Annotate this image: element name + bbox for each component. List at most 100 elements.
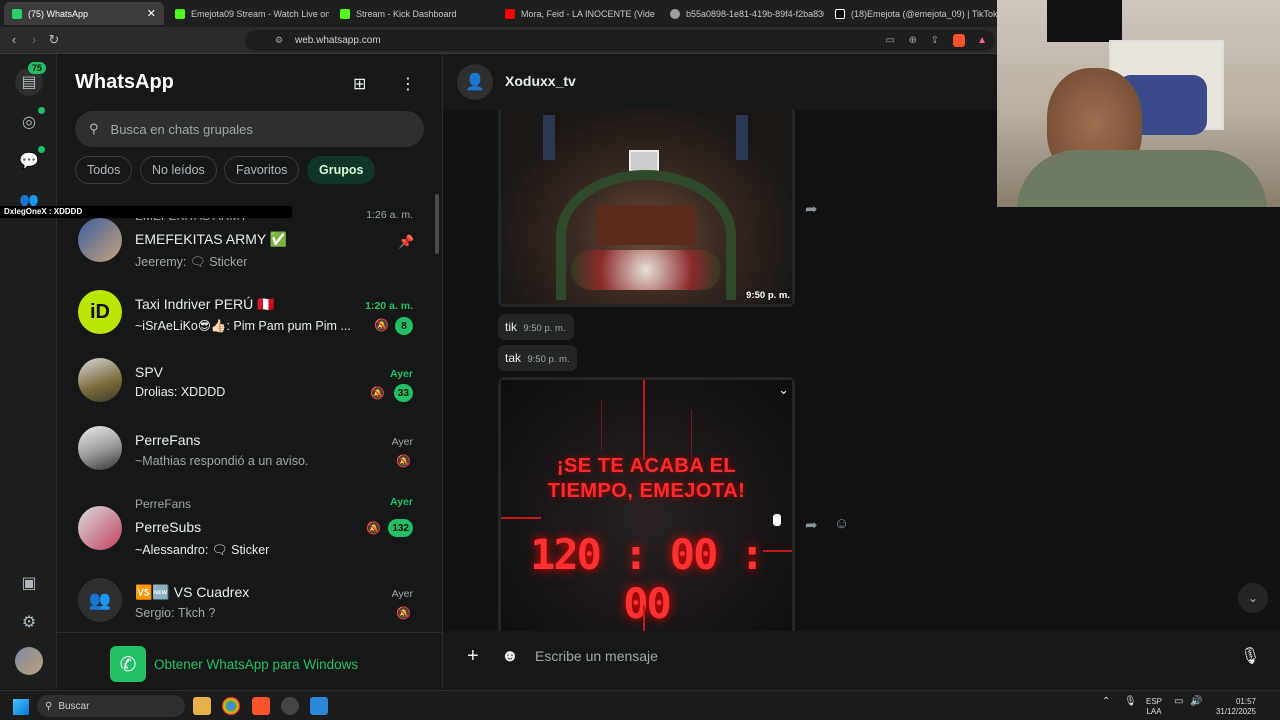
forward-icon[interactable]: ➦ [805, 200, 818, 218]
search-placeholder: Busca en chats grupales [110, 121, 253, 137]
tray-mic-icon[interactable]: 🎙 [1124, 697, 1137, 707]
muted-icon: 🔕 [370, 386, 385, 400]
react-emoji-icon[interactable]: ☺ [834, 515, 849, 532]
volume-icon[interactable]: 🔊 [1190, 697, 1202, 707]
cursor-hand-icon [773, 514, 781, 526]
chat-avatar [78, 506, 122, 550]
chat-row-taxi-indriver[interactable]: iD Taxi Indriver PERÚ 🇵🇪 1:20 a. m. ~iSr… [57, 280, 443, 346]
zoom-icon[interactable]: ⊕ [909, 30, 917, 51]
whatsapp-logo-icon: ✆ [110, 646, 146, 682]
funeral-image[interactable] [501, 110, 792, 304]
tab-youtube[interactable]: Mora, Feid - LA INOCENTE (Vide [497, 2, 659, 25]
share-icon[interactable]: ⇪ [931, 30, 939, 51]
image-message[interactable]: ¡SE TE ACABA EL TIEMPO, EMEJOTA! 120 : 0… [498, 377, 795, 632]
tab-kick-stream[interactable]: Emejota09 Stream - Watch Live on K [167, 2, 329, 25]
chat-row-perrefans[interactable]: PerreFans Ayer ~Mathias respondió a un a… [57, 416, 443, 482]
media-icon[interactable]: ▣ [15, 569, 43, 597]
coffin-shape [596, 205, 696, 245]
chat-preview: ~iSrAeLiKo😎👍🏻: Pim Pam pum Pim ... [135, 319, 351, 333]
tiktok-favicon-icon [835, 8, 845, 19]
muted-icon: 🔕 [396, 454, 411, 468]
chat-avatar [78, 218, 122, 262]
chat-row-perresubs[interactable]: PerreFans Ayer PerreSubs ~Alessandro: 🗨 … [57, 494, 443, 560]
forward-icon[interactable]: › [26, 32, 42, 47]
chat-time: 1:20 a. m. [365, 300, 413, 312]
scroll-down-button[interactable]: ⌄ [1238, 583, 1268, 613]
streamer-shirt [1017, 150, 1267, 207]
forward-icon[interactable]: ➦ [805, 516, 818, 534]
microphone-icon[interactable]: 🎙 [1240, 646, 1260, 666]
language-indicator[interactable]: ESP LAA [1146, 697, 1162, 717]
url-field[interactable]: ⚙ web.whatsapp.com ▭ ⊕ ⇪ ▲ [245, 30, 995, 51]
countdown-timer: 120 : 00 : 00 [530, 530, 765, 628]
chat-list-scrollbar[interactable] [435, 194, 439, 254]
get-windows-app-link[interactable]: ✆ Obtener WhatsApp para Windows [110, 646, 358, 682]
get-windows-label: Obtener WhatsApp para Windows [154, 656, 359, 672]
attach-plus-icon[interactable]: + [467, 645, 479, 668]
kick-favicon-icon [340, 8, 350, 19]
clock[interactable]: 01:57 31/12/2025 [1210, 697, 1256, 717]
image-message[interactable]: 9:50 p. m. [498, 110, 795, 307]
window-shape [543, 115, 555, 160]
close-tab-icon[interactable]: ✕ [147, 7, 156, 20]
chat-name: 🆚🆕 VS Cuadrex [135, 584, 250, 600]
menu-icon[interactable]: ⋮ [400, 74, 416, 94]
cast-icon[interactable]: ▭ [886, 30, 895, 51]
reload-icon[interactable]: ↻ [46, 32, 62, 48]
brave-shield-icon[interactable] [953, 34, 965, 47]
chat-avatar [78, 426, 122, 470]
obs-icon[interactable] [281, 697, 299, 715]
settings-icon[interactable]: ⚙ [15, 608, 43, 636]
tab-tiktok[interactable]: (18)Emejota (@emejota_09) | TikTok [827, 2, 997, 25]
stream-chat-tag: DxlegOneX : XDDDD [0, 206, 292, 218]
brave-icon[interactable] [252, 697, 270, 715]
chat-time: 1:26 a. m. [366, 209, 413, 221]
filter-favoritos[interactable]: Favoritos [224, 156, 300, 184]
text-message[interactable]: tik 9:50 p. m. [498, 314, 574, 340]
address-bar-row: ‹ › ↻ ⚐ ⚙ web.whatsapp.com ▭ ⊕ ⇪ ▲ [0, 27, 998, 54]
tab-whatsapp[interactable]: (75) WhatsApp ✕ [4, 2, 164, 25]
sticker-icon[interactable]: ☻ [501, 646, 519, 666]
new-chat-icon[interactable]: ⊞ [353, 74, 366, 94]
text-message[interactable]: tak 9:50 p. m. [498, 345, 577, 371]
tab-label: Stream - Kick Dashboard [356, 8, 457, 19]
unread-count: 132 [388, 519, 413, 537]
tray-chevron-icon[interactable]: ⌃ [1102, 697, 1110, 707]
chrome-icon[interactable] [222, 697, 240, 715]
search-input[interactable]: ⚲ Busca en chats grupales [75, 111, 424, 147]
file-explorer-icon[interactable] [193, 697, 211, 715]
filter-no-leidos[interactable]: No leídos [140, 156, 217, 184]
filter-grupos[interactable]: Grupos [307, 156, 376, 184]
profile-avatar[interactable] [15, 647, 43, 675]
back-icon[interactable]: ‹ [6, 32, 22, 47]
chat-row-spv[interactable]: SPV Ayer Drolias: XDDDD 🔕 33 [57, 348, 443, 414]
circuit-line [643, 605, 645, 632]
rewards-icon[interactable]: ▲ [977, 30, 987, 51]
muted-icon: 🔕 [366, 521, 381, 535]
muted-icon: 🔕 [374, 318, 389, 332]
tab-uuid[interactable]: b55a0898-1e81-419b-89f4-f2ba830c [662, 2, 824, 25]
chevron-down-icon[interactable]: ⌄ [778, 382, 789, 398]
indriver-logo-icon: iD [78, 290, 122, 334]
chat-preview: Jeeremy: 🗨 Sticker [135, 255, 248, 269]
unread-badge: 75 [28, 62, 47, 74]
taskbar-search[interactable]: ⚲ Buscar [37, 695, 185, 717]
tab-kick-dashboard[interactable]: Stream - Kick Dashboard [332, 2, 494, 25]
site-info-icon[interactable]: ⚙ [275, 30, 283, 51]
contact-avatar[interactable]: 👤 [457, 64, 493, 100]
countdown-image[interactable]: ¡SE TE ACABA EL TIEMPO, EMEJOTA! 120 : 0… [501, 380, 792, 632]
message-input[interactable]: Escribe un mensaje [535, 648, 1135, 664]
overlay-line-2: TIEMPO, EMEJOTA! [547, 480, 746, 502]
chat-name: EMEFEKITAS ARMY ✅ [135, 231, 288, 247]
message-text: tik [505, 320, 517, 334]
windows-start-icon[interactable] [13, 699, 29, 715]
chat-time: Ayer [390, 496, 413, 508]
muted-icon: 🔕 [396, 606, 411, 620]
channels-dot [38, 146, 45, 153]
filter-todos[interactable]: Todos [75, 156, 133, 184]
message-time: 9:50 p. m. [746, 290, 790, 301]
globe-favicon-icon [670, 8, 680, 19]
notepad-icon[interactable] [310, 697, 328, 715]
network-icon[interactable]: ▭ [1174, 697, 1183, 707]
chat-row-vs-cuadrex[interactable]: 👥 🆚🆕 VS Cuadrex Ayer Sergio: Tkch ? 🔕 [57, 578, 443, 644]
